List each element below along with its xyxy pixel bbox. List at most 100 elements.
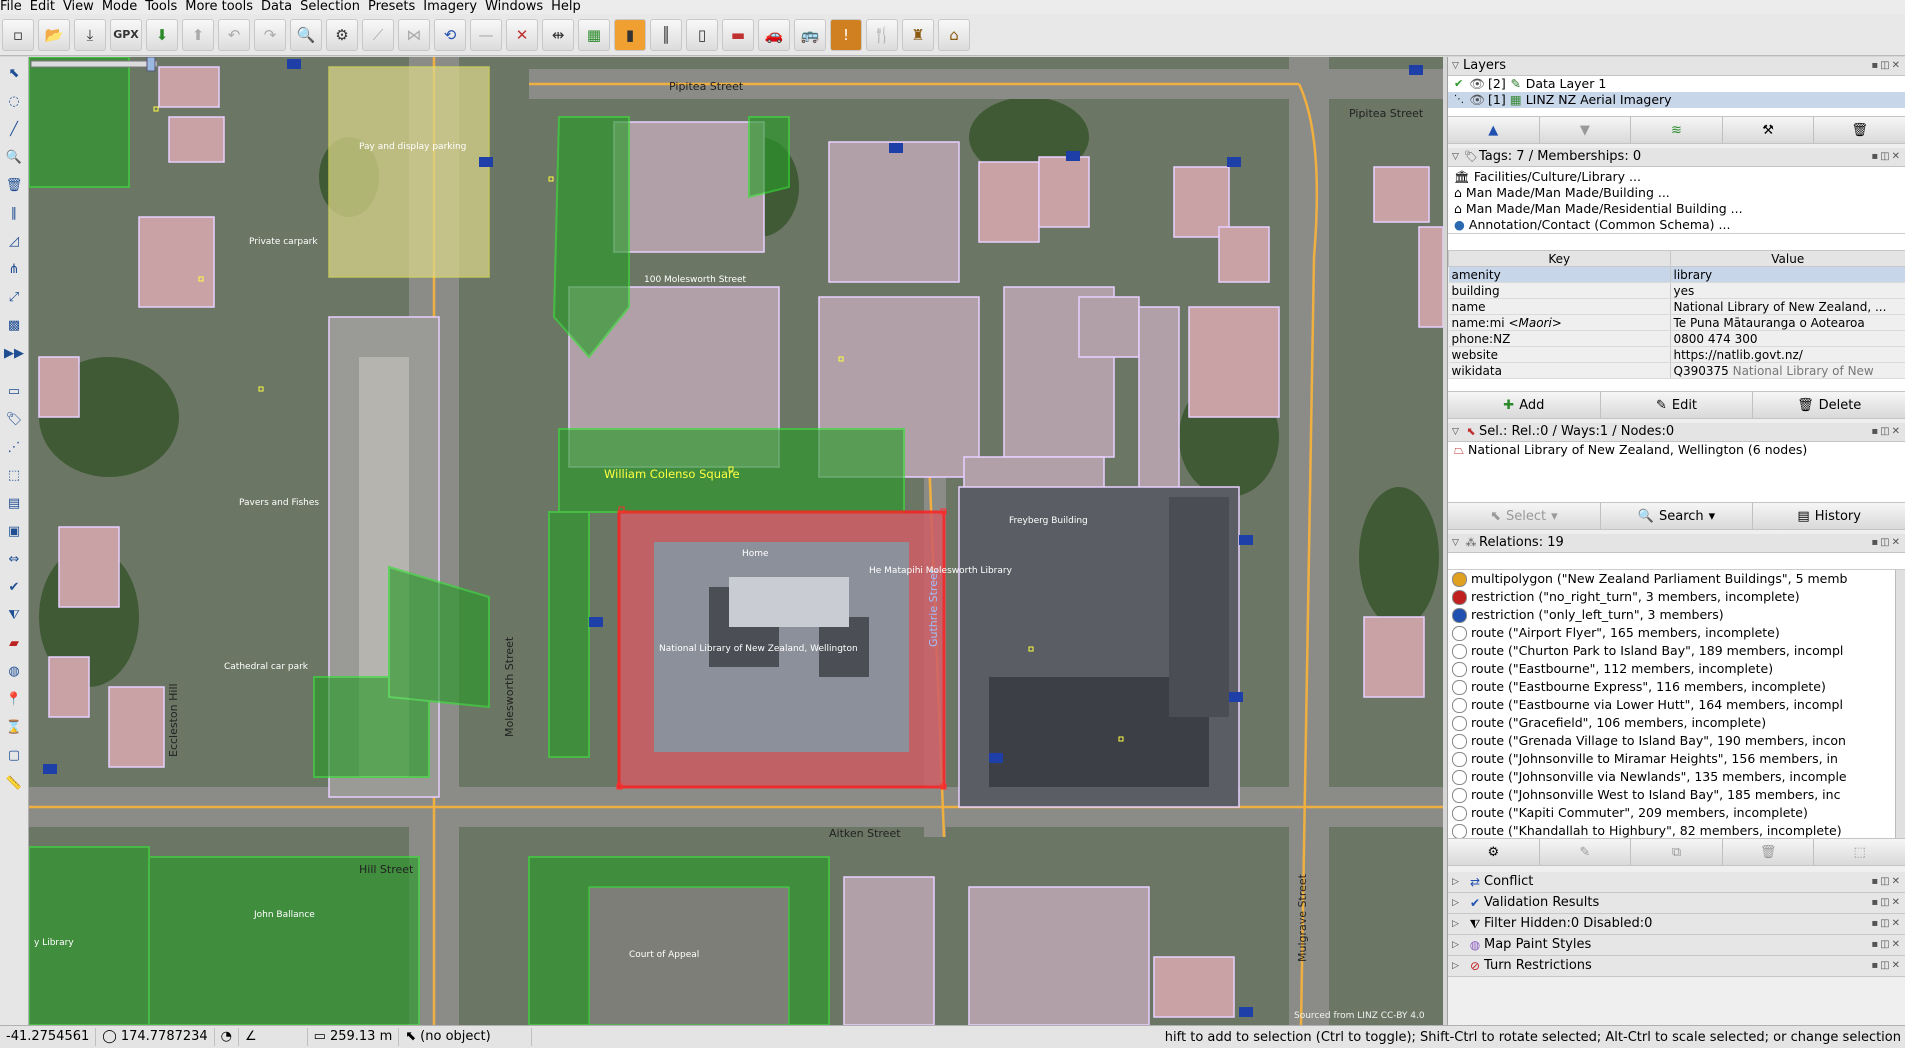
industrial-preset-icon[interactable]: ⌂ [938, 19, 970, 51]
layers-panel-header[interactable]: ▽ Layers ▪◫✕ [1448, 57, 1905, 76]
table-row[interactable]: phone:NZ0800 474 300 [1449, 331, 1905, 347]
window-controls-icon[interactable]: ▪◫✕ [1871, 935, 1902, 955]
list-item[interactable]: restriction ("only_left_turn", 3 members… [1448, 606, 1905, 624]
ruler-icon[interactable]: 📏 [2, 771, 26, 795]
expand-icon[interactable]: ▷ [1452, 956, 1466, 976]
expand-icon[interactable]: ▷ [1452, 872, 1466, 892]
improve-way-icon[interactable]: ◿ [2, 229, 26, 253]
barrier-preset-icon[interactable]: ▬ [722, 19, 754, 51]
preferences-icon[interactable]: ⚙ [326, 19, 358, 51]
history-button[interactable]: ▤History [1753, 503, 1905, 529]
list-item[interactable]: route ("Eastbourne Express", 116 members… [1448, 678, 1905, 696]
tags-panel-header[interactable]: ▽ 🏷 Tags: 7 / Memberships: 0 ▪◫✕ [1448, 148, 1905, 167]
bus-preset-icon[interactable]: 🚌 [794, 19, 826, 51]
toolbox-icon[interactable]: ▰ [2, 631, 26, 655]
traffic-signal-icon[interactable]: ▯ [686, 19, 718, 51]
list-item[interactable]: route ("Kapiti Commuter", 209 members, i… [1448, 804, 1905, 822]
combine-way-icon[interactable]: ⋈ [398, 19, 430, 51]
relation-edit-icon[interactable]: ✎ [1540, 839, 1632, 865]
open-location-icon[interactable]: ⤓ [74, 19, 106, 51]
validation-panel[interactable]: ▷✔Validation Results▪◫✕ [1448, 893, 1905, 914]
list-item[interactable]: route ("Airport Flyer", 165 members, inc… [1448, 624, 1905, 642]
expand-icon[interactable]: ▷ [1452, 914, 1466, 934]
window-controls-icon[interactable]: ▪◫✕ [1871, 534, 1902, 552]
menu-presets[interactable]: Presets [368, 0, 423, 14]
join-node-icon[interactable]: ✕ [506, 19, 538, 51]
layer-row[interactable]: ⋱ 👁 [1] ▦ LINZ NZ Aerial Imagery [1448, 92, 1905, 108]
zoom-icon[interactable]: 🔍 [290, 19, 322, 51]
menu-data[interactable]: Data [261, 0, 300, 14]
select-button[interactable]: ⬉Select▾ [1448, 503, 1601, 529]
preset-link[interactable]: ⌂ Man Made/Man Made/Building ... [1448, 185, 1905, 201]
filter-icon[interactable]: ⧨ [2, 603, 26, 627]
menu-imagery[interactable]: Imagery [423, 0, 485, 14]
menu-tools[interactable]: Tools [145, 0, 185, 14]
split-mode-icon[interactable]: ⋔ [2, 257, 26, 281]
list-item[interactable]: route ("Johnsonville via Newlands", 135 … [1448, 768, 1905, 786]
window-controls-icon[interactable]: ▪◫✕ [1871, 914, 1902, 934]
chart-icon[interactable]: ▤ [2, 491, 26, 515]
filter-panel[interactable]: ▷⧨Filter Hidden:0 Disabled:0▪◫✕ [1448, 914, 1905, 935]
relation-select-icon[interactable]: ⬚ [1814, 839, 1905, 865]
photo-icon[interactable]: ▣ [2, 519, 26, 543]
turn-restrictions-panel[interactable]: ▷⊘Turn Restrictions▪◫✕ [1448, 956, 1905, 977]
relation-duplicate-icon[interactable]: ⧉ [1631, 839, 1723, 865]
split-way-icon[interactable]: ⟋ [362, 19, 394, 51]
distribute-icon[interactable]: ⇹ [542, 19, 574, 51]
align-line-icon[interactable]: — [470, 19, 502, 51]
collapse-icon[interactable]: ▽ [1452, 148, 1463, 166]
delete-mode-icon[interactable]: 🗑 [2, 173, 26, 197]
list-item[interactable]: route ("Eastbourne via Lower Hutt", 164 … [1448, 696, 1905, 714]
food-preset-icon[interactable]: 🍴 [866, 19, 898, 51]
relation-delete-icon[interactable]: 🗑 [1723, 839, 1815, 865]
more-tools-icon[interactable]: ▶▶ [2, 341, 26, 365]
move-up-icon[interactable]: ▲ [1448, 117, 1540, 143]
menu-windows[interactable]: Windows [485, 0, 551, 14]
highway-preset-icon[interactable]: ▮ [614, 19, 646, 51]
visibility-icon[interactable]: 👁 [1466, 76, 1488, 92]
menu-file[interactable]: File [0, 0, 30, 14]
list-item[interactable]: route ("Eastbourne", 112 members, incomp… [1448, 660, 1905, 678]
conflict-panel[interactable]: ▷⇄Conflict▪◫✕ [1448, 872, 1905, 893]
node-icon[interactable]: ⋰ [2, 435, 26, 459]
move-down-icon[interactable]: ▼ [1540, 117, 1632, 143]
select-mode-icon[interactable]: ⬉ [2, 61, 26, 85]
collapse-icon[interactable]: ▽ [1452, 423, 1463, 441]
new-layer-icon[interactable]: ▫ [2, 19, 34, 51]
layer-settings-icon[interactable]: ⚒ [1723, 117, 1815, 143]
relations-panel-header[interactable]: ▽ ⁂ Relations: 19 ▪◫✕ [1448, 534, 1905, 553]
value-column-header[interactable]: Value [1670, 251, 1905, 267]
open-file-icon[interactable]: 📂 [38, 19, 70, 51]
parallel-mode-icon[interactable]: ∥ [2, 201, 26, 225]
tag-icon[interactable]: ▭ [2, 379, 26, 403]
zoom-mode-icon[interactable]: 🔍 [2, 145, 26, 169]
selection-panel-header[interactable]: ▽ ⬉ Sel.: Rel.:0 / Ways:1 / Nodes:0 ▪◫✕ [1448, 423, 1905, 442]
car-preset-icon[interactable]: 🚗 [758, 19, 790, 51]
crop-icon[interactable]: ⬚ [2, 463, 26, 487]
relation-scrollbar[interactable] [1895, 570, 1905, 838]
road-preset-icon[interactable]: ║ [650, 19, 682, 51]
list-item[interactable]: route ("Johnsonville West to Island Bay"… [1448, 786, 1905, 804]
search-button[interactable]: 🔍Search▾ [1601, 503, 1754, 529]
window-controls-icon[interactable]: ▪◫✕ [1871, 893, 1902, 913]
window-controls-icon[interactable]: ▪◫✕ [1871, 872, 1902, 892]
relation-settings-icon[interactable]: ⚙ [1448, 839, 1540, 865]
list-item[interactable]: multipolygon ("New Zealand Parliament Bu… [1448, 570, 1905, 588]
preset-link[interactable]: 🏛 Facilities/Culture/Library ... [1448, 169, 1905, 185]
list-item[interactable]: restriction ("no_right_turn", 3 members,… [1448, 588, 1905, 606]
map-paint-styles-panel[interactable]: ▷◍Map Paint Styles▪◫✕ [1448, 935, 1905, 956]
window-controls-icon[interactable]: ▪◫✕ [1871, 57, 1902, 75]
merge-layers-icon[interactable]: ≋ [1631, 117, 1723, 143]
delete-layer-icon[interactable]: 🗑 [1814, 117, 1905, 143]
expand-icon[interactable]: ▷ [1452, 893, 1466, 913]
list-item[interactable]: route ("Churton Park to Island Bay", 189… [1448, 642, 1905, 660]
amenity-preset-icon[interactable]: ! [830, 19, 862, 51]
window-controls-icon[interactable]: ▪◫✕ [1871, 148, 1902, 166]
list-item[interactable]: route ("Johnsonville to Miramar Heights"… [1448, 750, 1905, 768]
expand-icon[interactable]: ▷ [1452, 935, 1466, 955]
notes-icon[interactable]: ▢ [2, 743, 26, 767]
orthogonalize-icon[interactable]: ▦ [578, 19, 610, 51]
relation-filter-input[interactable] [1448, 553, 1905, 570]
visibility-icon[interactable]: 👁 [1466, 92, 1488, 108]
map-pin-icon[interactable]: 📍 [2, 687, 26, 711]
